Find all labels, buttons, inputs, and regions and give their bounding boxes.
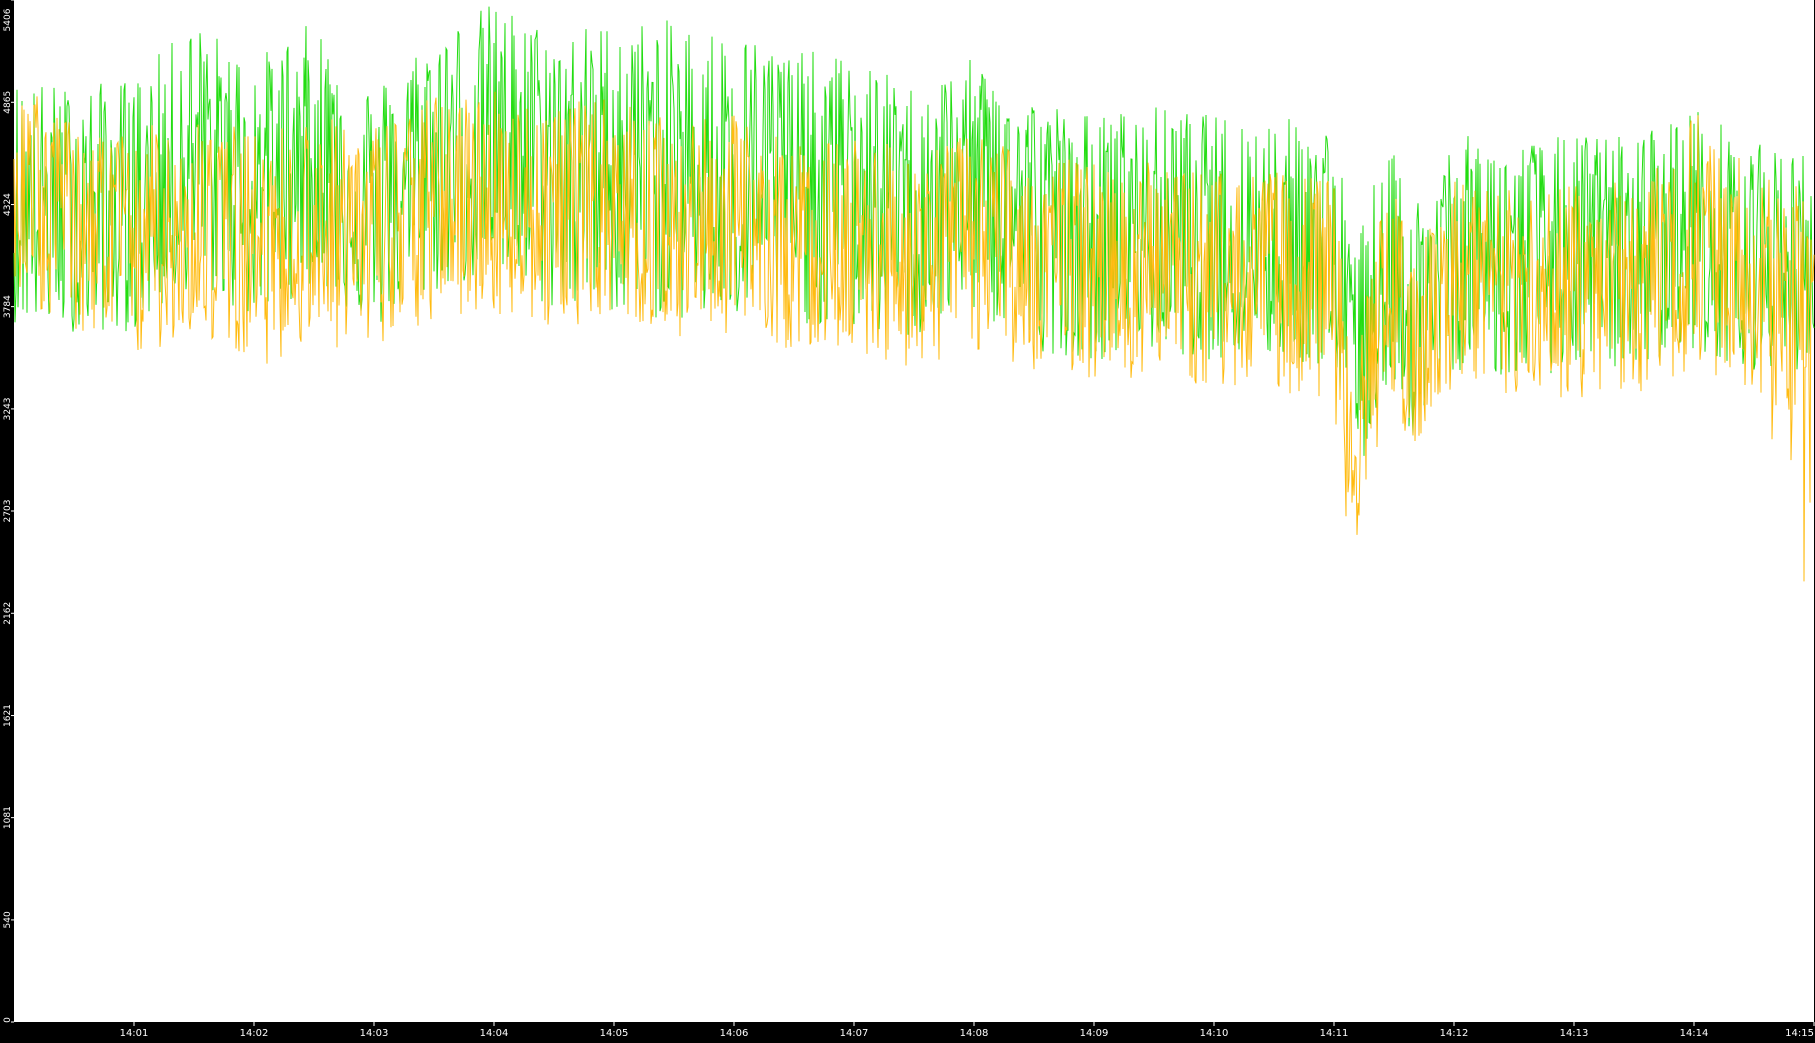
y-tick-label: 4865 — [3, 91, 13, 114]
x-tick-label: 14:15 — [1785, 1028, 1814, 1039]
line-chart: 0 540 1081 1621 2162 2703 3243 3784 4324 4865 5406… — [0, 0, 1815, 1039]
x-tick-label: 14:12 — [1440, 1028, 1469, 1039]
x-tick-label: 14:11 — [1320, 1028, 1349, 1039]
x-tick-label: 14:06 — [720, 1028, 749, 1039]
x-tick-label: 14:09 — [1080, 1028, 1109, 1039]
x-tick-label: 14:02 — [240, 1028, 269, 1039]
x-tick-label: 14:03 — [360, 1028, 389, 1039]
y-tick-label: 5406 — [3, 8, 13, 31]
x-axis-band — [0, 1022, 1815, 1039]
y-tick-label: 2703 — [3, 500, 13, 523]
y-tick-label: 3243 — [3, 397, 13, 420]
y-tick-label: 4324 — [3, 193, 13, 216]
x-tick-label: 14:14 — [1680, 1028, 1709, 1039]
x-tick-label: 14:01 — [120, 1028, 149, 1039]
y-tick-label: 0 — [3, 1017, 13, 1023]
x-tick-label: 14:07 — [840, 1028, 869, 1039]
x-tick-label: 14:08 — [960, 1028, 989, 1039]
y-tick-label: 3784 — [3, 295, 13, 318]
y-tick-label: 2162 — [3, 602, 13, 625]
x-tick-label: 14:05 — [600, 1028, 629, 1039]
x-tick-label: 14:13 — [1560, 1028, 1589, 1039]
y-tick-label: 1621 — [3, 704, 13, 727]
y-tick-label: 1081 — [3, 806, 13, 829]
chart-container: 0 540 1081 1621 2162 2703 3243 3784 4324 4865 5406… — [0, 0, 1815, 1039]
x-tick-label: 14:10 — [1200, 1028, 1229, 1039]
x-tick-label: 14:04 — [480, 1028, 509, 1039]
y-tick-label: 540 — [3, 911, 13, 928]
